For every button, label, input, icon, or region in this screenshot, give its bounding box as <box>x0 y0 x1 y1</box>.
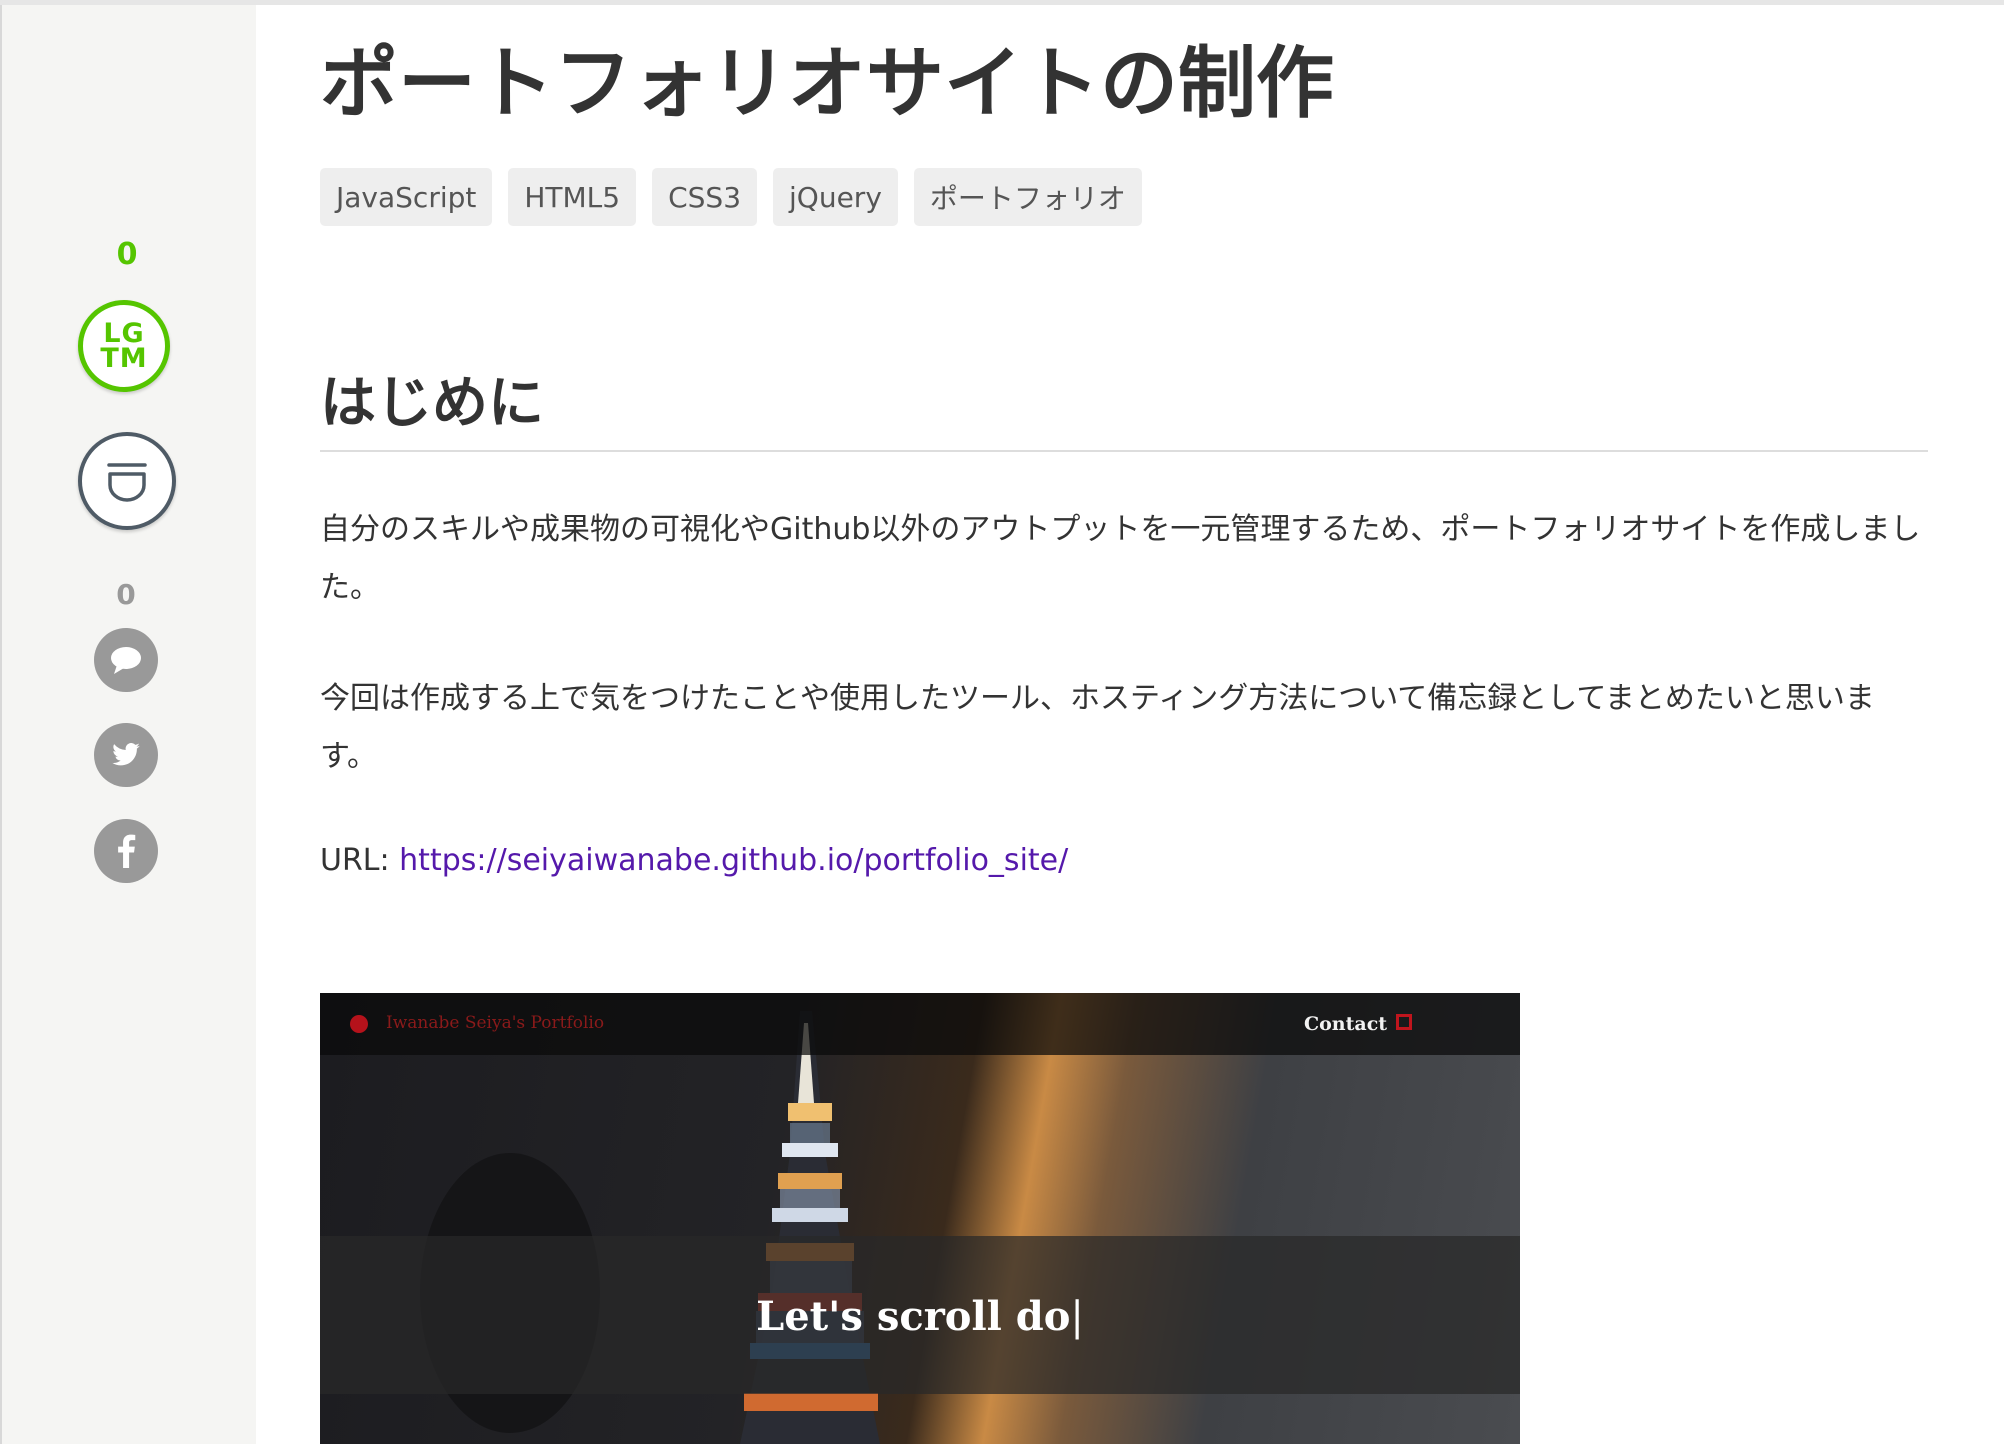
tag-portfolio[interactable]: ポートフォリオ <box>913 168 1142 226</box>
tag-css3[interactable]: CSS3 <box>652 168 758 226</box>
facebook-icon <box>118 834 136 868</box>
comment-icon <box>111 647 141 674</box>
facebook-share-button[interactable] <box>94 819 158 883</box>
typing-caret: | <box>1070 1294 1084 1340</box>
screenshot-banner-text: Let's scroll do <box>756 1293 1071 1340</box>
screenshot-logo-icon <box>350 1015 368 1033</box>
twitter-share-button[interactable] <box>94 723 158 787</box>
stock-icon <box>107 463 147 502</box>
lgtm-icon-line2: TM <box>100 343 148 374</box>
comment-count: 0 <box>116 578 136 611</box>
screenshot-mail-icon <box>1396 1014 1412 1030</box>
screenshot-brand: Iwanabe Seiya's Portfolio <box>386 1013 605 1033</box>
section-heading-intro: はじめに <box>320 358 1928 452</box>
url-label: URL: <box>320 843 390 878</box>
top-border <box>0 0 2004 5</box>
intro-paragraph-2: 今回は作成する上で気をつけたことや使用したツール、ホスティング方法について備忘録… <box>320 681 1875 774</box>
portfolio-url-link[interactable]: https://seiyaiwanabe.github.io/portfolio… <box>399 843 1068 878</box>
url-line: URL: https://seiyaiwanabe.github.io/port… <box>320 843 1068 878</box>
like-count: 0 <box>116 237 138 272</box>
article-title: ポートフォリオサイトの制作 <box>320 39 1335 129</box>
screenshot-contact: Contact <box>1304 1013 1388 1035</box>
tag-jquery[interactable]: jQuery <box>773 168 898 226</box>
tag-html5[interactable]: HTML5 <box>508 168 637 226</box>
tag-list: JavaScript HTML5 CSS3 jQuery ポートフォリオ <box>320 168 1158 226</box>
lgtm-button[interactable]: LG TM <box>78 300 170 392</box>
twitter-icon <box>112 743 140 766</box>
tag-javascript[interactable]: JavaScript <box>320 168 493 226</box>
screenshot-navbar: Iwanabe Seiya's Portfolio Contact <box>320 993 1520 1055</box>
stock-button[interactable] <box>78 432 176 530</box>
screenshot-banner: Let's scroll do| <box>320 1293 1520 1340</box>
portfolio-screenshot: Iwanabe Seiya's Portfolio Contact Let's … <box>320 993 1520 1444</box>
sidebar: 0 LG TM 0 <box>0 5 256 1444</box>
comment-button[interactable] <box>94 628 158 692</box>
intro-paragraph-1: 自分のスキルや成果物の可視化やGithub以外のアウトプットを一元管理するため、… <box>320 512 1921 605</box>
